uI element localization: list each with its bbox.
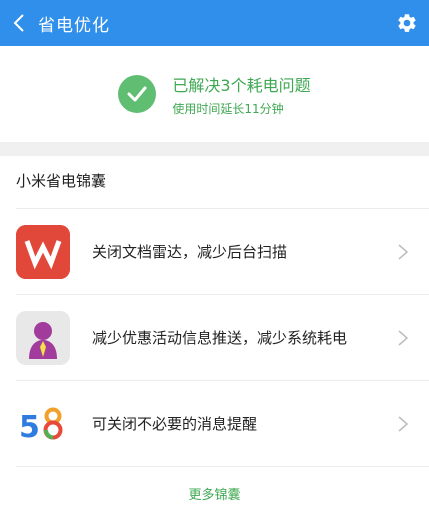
list-item-58[interactable]: 5 可关闭不必要的消息提醒 — [16, 381, 429, 467]
status-main-text: 已解决3个耗电问题 — [172, 75, 311, 95]
tips-list: 关闭文档雷达，减少后台扫描 减少优惠活动信息推送，减少系统耗电 5 可关闭不必要… — [0, 209, 429, 467]
status-sub-text: 使用时间延长11分钟 — [172, 101, 284, 116]
optimization-status: 已解决3个耗电问题 使用时间延长11分钟 — [0, 46, 429, 142]
settings-button[interactable] — [393, 9, 421, 37]
check-circle-icon — [118, 75, 157, 113]
chevron-right-icon — [398, 329, 409, 346]
back-button[interactable] — [4, 0, 34, 46]
chevron-right-icon — [398, 415, 409, 432]
list-item-wps[interactable]: 关闭文档雷达，减少后台扫描 — [16, 209, 429, 295]
chevron-right-icon — [398, 243, 409, 260]
gear-icon — [398, 14, 416, 32]
app-header: 省电优化 — [0, 0, 429, 46]
item-text: 减少优惠活动信息推送，减少系统耗电 — [92, 328, 348, 347]
item-text: 可关闭不必要的消息提醒 — [92, 414, 258, 433]
chevron-left-icon — [13, 14, 24, 32]
item-text: 关闭文档雷达，减少后台扫描 — [92, 242, 288, 261]
agent-person-icon — [16, 310, 70, 365]
58-app-icon: 5 — [16, 396, 70, 451]
list-item-agent[interactable]: 减少优惠活动信息推送，减少系统耗电 — [16, 295, 429, 381]
section-divider — [0, 142, 429, 156]
svg-text:5: 5 — [19, 410, 40, 445]
section-title: 小米省电锦囊 — [16, 172, 107, 190]
wps-office-icon — [16, 224, 70, 279]
page-title: 省电优化 — [38, 15, 110, 36]
more-tips-link[interactable]: 更多锦囊 — [0, 484, 429, 503]
